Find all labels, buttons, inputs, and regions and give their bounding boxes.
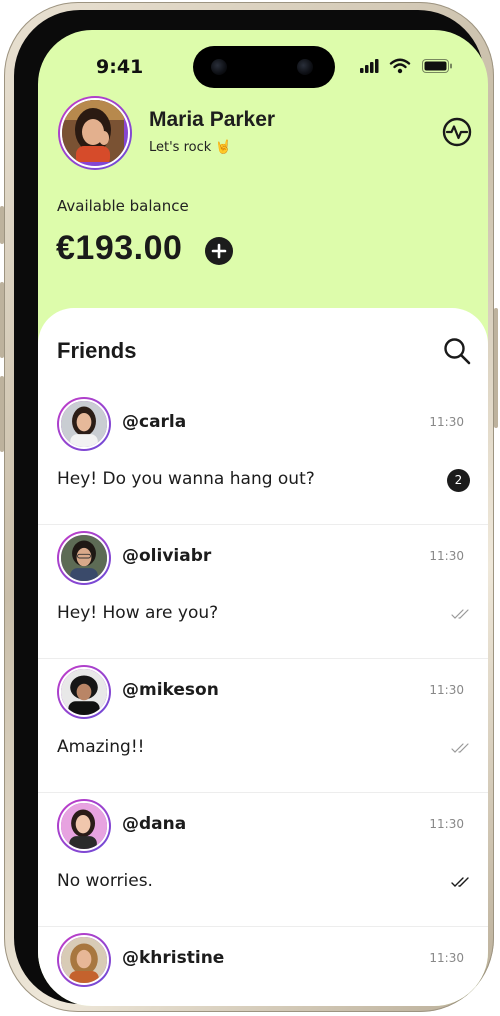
- user-name: Maria Parker: [149, 108, 276, 131]
- friend-avatar: [57, 531, 111, 585]
- add-funds-button[interactable]: [205, 237, 233, 265]
- friends-panel: Friends @carla 11:30 Hey! Do you wanna h…: [38, 308, 488, 1006]
- friend-row[interactable]: @dana 11:30 No worries.: [38, 792, 488, 927]
- friend-avatar: [57, 933, 111, 987]
- message-preview: Hey! How are you?: [57, 603, 219, 623]
- profile-avatar[interactable]: [58, 96, 132, 170]
- friend-row[interactable]: @mikeson 11:30 Amazing!!: [38, 658, 488, 793]
- double-check-icon: [451, 743, 469, 753]
- volume-up-button: [0, 282, 4, 358]
- friend-row[interactable]: @carla 11:30 Hey! Do you wanna hang out?…: [38, 390, 488, 525]
- message-time: 11:30: [429, 817, 464, 831]
- search-icon[interactable]: [442, 336, 472, 366]
- friend-row[interactable]: @oliviabr 11:30 Hey! How are you?: [38, 524, 488, 659]
- signal-icon: [360, 59, 379, 73]
- friend-handle: @oliviabr: [122, 546, 212, 566]
- double-check-icon: [451, 609, 469, 619]
- message-time: 11:30: [429, 415, 464, 429]
- message-preview: Amazing!!: [57, 737, 145, 757]
- balance-amount: €193.00: [56, 229, 183, 267]
- wifi-icon: [389, 58, 411, 74]
- phone-bezel: 9:41 Maria Parker Let's rock 🤘 Available…: [14, 10, 488, 1006]
- unread-badge: 2: [447, 469, 470, 492]
- balance-label: Available balance: [57, 197, 189, 215]
- status-icons: [360, 58, 452, 74]
- mute-switch: [0, 206, 4, 244]
- friends-title: Friends: [57, 338, 137, 363]
- user-status: Let's rock 🤘: [149, 140, 232, 155]
- battery-icon: [422, 59, 452, 73]
- friend-handle: @mikeson: [122, 680, 219, 700]
- friend-avatar: [57, 397, 111, 451]
- friend-avatar: [57, 799, 111, 853]
- message-preview: No worries.: [57, 871, 153, 891]
- message-time: 11:30: [429, 951, 464, 965]
- friend-handle: @dana: [122, 814, 187, 834]
- camera-icon: [297, 59, 313, 75]
- message-preview: Hey! Do you wanna hang out?: [57, 469, 315, 489]
- message-time: 11:30: [429, 683, 464, 697]
- sensor-icon: [211, 59, 227, 75]
- power-button: [494, 308, 498, 428]
- friend-handle: @carla: [122, 412, 187, 432]
- status-time: 9:41: [96, 56, 144, 78]
- message-time: 11:30: [429, 549, 464, 563]
- friend-handle: @khristine: [122, 948, 225, 968]
- plus-icon: [211, 243, 227, 259]
- dynamic-island: [193, 46, 335, 88]
- profile-photo: [62, 100, 124, 166]
- phone-frame: 9:41 Maria Parker Let's rock 🤘 Available…: [0, 2, 498, 1012]
- activity-icon[interactable]: [441, 116, 473, 148]
- volume-down-button: [0, 376, 4, 452]
- double-check-icon: [451, 877, 469, 887]
- friend-row[interactable]: @khristine 11:30: [38, 926, 488, 1006]
- app-screen: 9:41 Maria Parker Let's rock 🤘 Available…: [38, 30, 488, 1006]
- friend-avatar: [57, 665, 111, 719]
